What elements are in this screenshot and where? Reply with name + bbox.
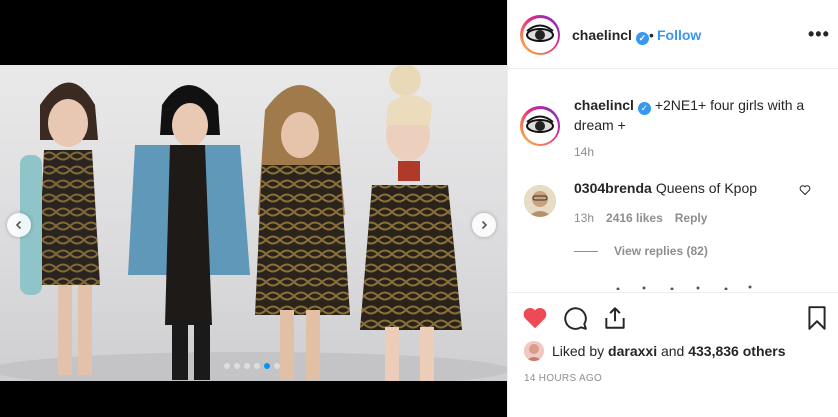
carousel-dot [244, 363, 250, 369]
liker-avatar[interactable] [524, 341, 544, 361]
eye-avatar-image [526, 24, 554, 42]
liked-by-and: and [660, 343, 685, 359]
comment-likes[interactable]: 2416 likes [606, 211, 663, 225]
caption-username[interactable]: chaelincl [574, 97, 634, 113]
carousel-indicator [224, 363, 280, 369]
post-caption: chaelincl ✓ +2NE1+ four girls with a drea… [574, 95, 824, 135]
view-replies-button[interactable]: View replies (82) [614, 244, 708, 258]
carousel-prev-button[interactable] [7, 213, 31, 237]
post-photo [0, 65, 507, 381]
share-icon[interactable] [602, 305, 628, 331]
liked-by-prefix: Liked by [552, 343, 605, 359]
figure-3 [255, 85, 350, 380]
comment-time[interactable]: 13h [574, 211, 594, 225]
post-details-panel: chaelincl ✓ • Follow ••• chaelincl ✓ +2NE1… [507, 0, 838, 417]
caption-author-avatar[interactable] [520, 106, 560, 146]
carousel-dot [274, 363, 280, 369]
comment-meta: 13h 2416 likes Reply [574, 211, 707, 225]
verified-icon: ✓ [637, 101, 651, 115]
comment: 0304brenda Queens of Kpop [574, 180, 757, 196]
post-media [0, 0, 507, 417]
liker-username[interactable]: daraxxi [608, 343, 657, 359]
likes-count[interactable]: 433,836 others [688, 343, 785, 359]
figure-2 [128, 85, 250, 380]
bookmark-icon[interactable] [804, 305, 830, 331]
like-heart-icon[interactable] [522, 305, 548, 331]
carousel-dot-active [264, 363, 270, 369]
chevron-left-icon [15, 220, 22, 230]
more-options-icon[interactable]: ••• [808, 24, 830, 45]
post-header: chaelincl ✓ • Follow ••• [508, 0, 838, 69]
figure-1 [20, 82, 100, 375]
carousel-dot [224, 363, 230, 369]
caption-timestamp[interactable]: 14h [574, 145, 594, 159]
comment-heart-icon[interactable] [799, 184, 811, 196]
post-actions: Liked by daraxxi and 433,836 others 14 H… [508, 292, 838, 417]
commenter-avatar[interactable] [524, 185, 556, 217]
group-photo-illustration [0, 65, 507, 381]
comment-icon[interactable] [562, 305, 588, 331]
carousel-dot [254, 363, 260, 369]
eye-avatar-image [526, 115, 554, 133]
post-timestamp[interactable]: 14 HOURS AGO [524, 373, 602, 384]
comment-body: Queens of Kpop [655, 180, 758, 196]
likes-summary: Liked by daraxxi and 433,836 others [524, 341, 786, 361]
follow-button[interactable]: Follow [657, 27, 701, 43]
carousel-dot [234, 363, 240, 369]
author-username[interactable]: chaelincl ✓ [572, 27, 649, 45]
comment-username[interactable]: 0304brenda [574, 180, 652, 196]
commenter-avatar-image [524, 185, 556, 217]
separator-dot: • [649, 27, 654, 43]
carousel-next-button[interactable] [472, 213, 496, 237]
view-replies-line [574, 251, 598, 252]
liker-avatar-image [524, 341, 544, 361]
author-avatar[interactable] [520, 15, 560, 55]
chevron-right-icon [481, 220, 488, 230]
next-comment-cutoff [616, 285, 752, 290]
reply-button[interactable]: Reply [675, 211, 708, 225]
figure-4 [360, 65, 462, 381]
verified-icon: ✓ [635, 32, 649, 45]
